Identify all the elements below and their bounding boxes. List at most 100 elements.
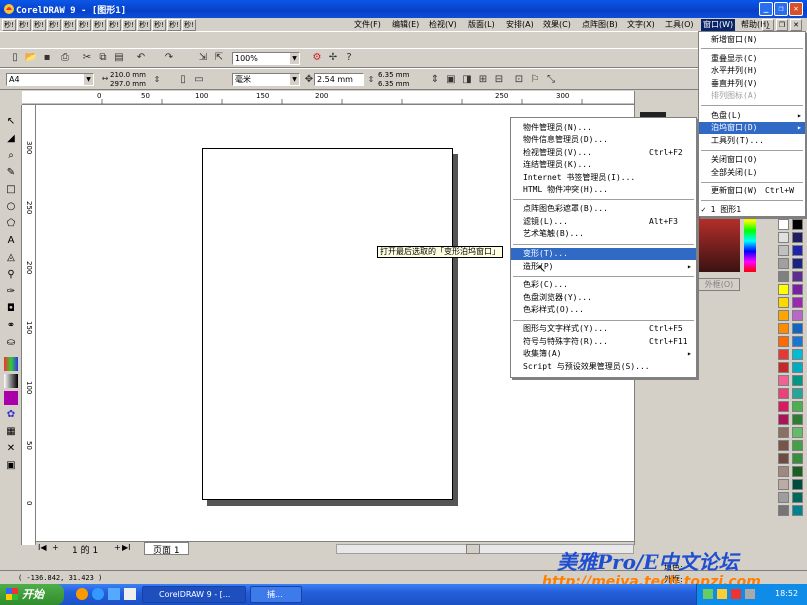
tray-icon[interactable] (731, 589, 741, 599)
edit-across-layers-icon[interactable]: ⊡ (512, 73, 526, 87)
taskbar-item-capture[interactable]: 捕... (250, 586, 302, 603)
page-size-select[interactable]: A4 ▼ (6, 73, 94, 86)
rectangle-tool-icon[interactable]: □ (4, 183, 18, 197)
color-swatch[interactable] (778, 245, 789, 256)
color-swatch[interactable] (778, 349, 789, 360)
menu-item-dockers[interactable]: 泊坞窗口(D) ▸ (699, 122, 805, 134)
first-page-button[interactable]: I◀ (38, 543, 47, 552)
color-swatch[interactable] (792, 349, 803, 360)
color-swatch[interactable] (778, 401, 789, 412)
doc-close-button[interactable]: ✕ (790, 19, 802, 31)
minimize-button[interactable]: _ (759, 2, 773, 16)
color-swatch[interactable] (778, 453, 789, 464)
custom-tool-button[interactable]: 秒! (167, 19, 181, 31)
freehand-tool-icon[interactable]: ✎ (4, 166, 18, 180)
application-launcher-icon[interactable]: ✢ (326, 51, 340, 65)
color-swatch[interactable] (778, 440, 789, 451)
page-tab[interactable]: 页面 1 (144, 542, 189, 556)
paint-bucket-icon[interactable]: ⛀ (4, 336, 18, 350)
volume-icon[interactable] (745, 589, 755, 599)
page-width-value[interactable]: 210.0 mm (110, 71, 146, 79)
page-height-value[interactable]: 297.0 mm (110, 80, 146, 88)
color-swatch[interactable] (778, 258, 789, 269)
cut-icon[interactable]: ✂ (80, 51, 94, 65)
menu-file[interactable]: 文件(F) (352, 19, 383, 31)
outline-tool-icon[interactable]: ✑ (4, 285, 18, 299)
pick-tool-icon[interactable]: ↖ (4, 115, 18, 129)
start-button[interactable]: 开始 (0, 584, 64, 605)
chevron-down-icon[interactable]: ▼ (290, 53, 299, 64)
color-swatch[interactable] (792, 427, 803, 438)
spinner-icon[interactable]: ⇕ (150, 73, 164, 87)
drawing-page[interactable] (202, 148, 453, 500)
color-swatch[interactable] (778, 492, 789, 503)
tray-icon[interactable] (717, 589, 727, 599)
color-swatch[interactable] (778, 375, 789, 386)
color-swatch[interactable] (792, 440, 803, 451)
new-icon[interactable]: ▯ (8, 51, 22, 65)
menu-item-arrange-icons[interactable]: 排列图标(A) (699, 90, 805, 102)
menu-item-lens[interactable]: 滤镜(L)... Alt+F3 (511, 216, 696, 228)
print-icon[interactable]: ⎙ (58, 51, 72, 65)
color-swatch[interactable] (778, 271, 789, 282)
color-swatch[interactable] (778, 284, 789, 295)
menu-item-palette-browser[interactable]: 色盘浏览器(Y)... (511, 292, 696, 304)
menu-item-html-conflicts[interactable]: HTML 物件冲突(H)... (511, 184, 696, 196)
menu-item-symbols[interactable]: 符号与特殊字符(R)... Ctrl+F11 (511, 336, 696, 348)
menu-text[interactable]: 文字(X) (625, 19, 657, 31)
nudge-field[interactable]: 2.54 mm (314, 73, 364, 86)
eyedropper-tool-icon[interactable]: ⚲ (4, 268, 18, 282)
desktop-quicklaunch-icon[interactable] (108, 588, 120, 600)
copy-icon[interactable]: ⧉ (96, 51, 110, 65)
custom-tool-button[interactable]: 秒! (152, 19, 166, 31)
zoom-tool-icon[interactable]: ⌕ (4, 149, 18, 163)
color-swatch[interactable] (778, 466, 789, 477)
color-swatch[interactable] (778, 362, 789, 373)
align-icon[interactable]: ⊟ (492, 73, 506, 87)
custom-tool-button[interactable]: 秒! (92, 19, 106, 31)
menu-edit[interactable]: 编辑(E) (390, 19, 421, 31)
menu-layout[interactable]: 版面(L) (466, 19, 497, 31)
units-select[interactable]: 毫米 ▼ (232, 73, 300, 86)
spinner-icon[interactable]: ⇕ (364, 73, 378, 87)
color-swatch[interactable] (778, 323, 789, 334)
chevron-down-icon[interactable]: ▼ (290, 74, 299, 85)
zoom-select[interactable]: 100% ▼ (232, 52, 300, 65)
firefox-quicklaunch-icon[interactable] (76, 588, 88, 600)
add-page-after-button[interactable]: + (114, 543, 121, 552)
taskbar-item-coreldraw[interactable]: CorelDRAW 9 - [... (142, 586, 246, 603)
texture-fill-icon[interactable]: ✿ (4, 408, 18, 422)
menu-window[interactable]: 窗口(W) (701, 19, 736, 31)
color-swatch[interactable] (778, 388, 789, 399)
color-swatch[interactable] (778, 427, 789, 438)
custom-tool-button[interactable]: 秒! (62, 19, 76, 31)
menu-item-new-window[interactable]: 新增窗口(N) (699, 34, 805, 46)
color-swatch[interactable] (792, 362, 803, 373)
custom-tool-button[interactable]: 秒! (137, 19, 151, 31)
color-swatch[interactable] (778, 336, 789, 347)
ie-quicklaunch-icon[interactable] (92, 588, 104, 600)
custom-tool-button[interactable]: 秒! (2, 19, 16, 31)
doc-minimize-button[interactable]: _ (762, 19, 774, 31)
custom-tool-button[interactable]: 秒! (17, 19, 31, 31)
custom-tool-button[interactable]: 秒! (122, 19, 136, 31)
menu-item-transform[interactable]: 变形(T)... (511, 248, 696, 260)
fountain-fill-icon[interactable] (4, 357, 18, 371)
scrollbar-thumb[interactable] (466, 544, 480, 554)
color-swatch[interactable] (792, 453, 803, 464)
menu-tools[interactable]: 工具(O) (663, 19, 696, 31)
no-fill-icon[interactable]: ✕ (4, 442, 18, 456)
postscript-fill-icon[interactable]: ▦ (4, 425, 18, 439)
pattern-fill-icon[interactable] (4, 391, 18, 405)
clock[interactable]: 18:52 (775, 589, 798, 598)
duplicate-x-value[interactable]: 6.35 mm (378, 71, 409, 79)
menu-item-internet-bookmark[interactable]: Internet 书签管理员(I)... (511, 172, 696, 184)
color-swatch[interactable] (792, 336, 803, 347)
text-tool-icon[interactable]: A (4, 234, 18, 248)
menu-item-scrapbook[interactable]: 收集簿(A) ▸ (511, 348, 696, 360)
menu-item-script-preset-manager[interactable]: Script 与预设效果管理员(S)... (511, 361, 696, 373)
interactive-fill-tool-icon[interactable]: ◬ (4, 251, 18, 265)
options-icon[interactable]: ⚐ (528, 73, 542, 87)
ellipse-tool-icon[interactable]: ○ (4, 200, 18, 214)
redo-icon[interactable]: ↷ (162, 51, 176, 65)
